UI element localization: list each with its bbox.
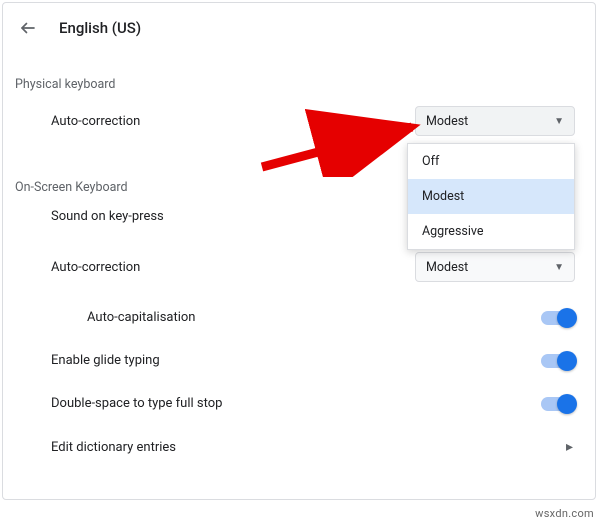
dropdown-option-aggressive[interactable]: Aggressive xyxy=(408,214,574,249)
chevron-right-icon: ▸ xyxy=(566,439,575,455)
back-icon[interactable] xyxy=(17,17,39,39)
caret-down-icon: ▼ xyxy=(554,262,564,273)
page-header: English (US) xyxy=(3,9,595,57)
autocap-toggle[interactable] xyxy=(541,311,575,325)
row-doublespace: Double-space to type full stop xyxy=(3,382,595,425)
row-dictionary[interactable]: Edit dictionary entries ▸ xyxy=(3,425,595,469)
glide-toggle[interactable] xyxy=(541,354,575,368)
dropdown-option-off[interactable]: Off xyxy=(408,144,574,179)
row-autocap: Auto-capitalisation xyxy=(3,296,595,339)
section-physical-keyboard: Physical keyboard xyxy=(3,57,595,92)
autocorrect-dropdown[interactable]: Off Modest Aggressive xyxy=(407,143,575,250)
autocap-label: Auto-capitalisation xyxy=(3,310,195,325)
watermark: wsxdn.com xyxy=(535,507,594,520)
dictionary-label: Edit dictionary entries xyxy=(3,440,176,455)
onscreen-autocorrect-label: Auto-correction xyxy=(3,260,140,275)
doublespace-label: Double-space to type full stop xyxy=(3,396,222,411)
row-physical-autocorrect: Auto-correction Modest ▼ xyxy=(3,92,595,150)
caret-down-icon: ▼ xyxy=(554,116,564,127)
physical-autocorrect-value: Modest xyxy=(426,114,468,129)
glide-label: Enable glide typing xyxy=(3,353,160,368)
page-title: English (US) xyxy=(59,19,141,37)
physical-autocorrect-select[interactable]: Modest ▼ xyxy=(415,106,575,136)
onscreen-autocorrect-value: Modest xyxy=(426,260,468,275)
dropdown-option-modest[interactable]: Modest xyxy=(408,179,574,214)
physical-autocorrect-label: Auto-correction xyxy=(3,114,140,129)
sound-keypress-label: Sound on key-press xyxy=(3,209,164,224)
row-glide: Enable glide typing xyxy=(3,339,595,382)
onscreen-autocorrect-select[interactable]: Modest ▼ xyxy=(415,252,575,282)
doublespace-toggle[interactable] xyxy=(541,397,575,411)
